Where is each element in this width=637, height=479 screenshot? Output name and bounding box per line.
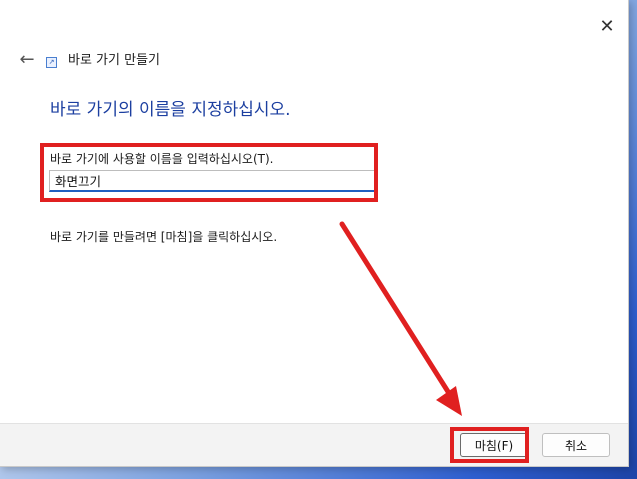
- wizard-title: 바로 가기 만들기: [68, 53, 160, 68]
- page-heading: 바로 가기의 이름을 지정하십시오.: [50, 100, 291, 120]
- finish-instruction: 바로 가기를 만들려면 [마침]을 클릭하십시오.: [50, 230, 278, 244]
- finish-button[interactable]: 마침(F): [460, 433, 528, 457]
- create-shortcut-window: ✕ ← ↗ 바로 가기 만들기 바로 가기의 이름을 지정하십시오. 바로 가기…: [0, 0, 629, 467]
- button-footer: [0, 424, 628, 466]
- close-button[interactable]: ✕: [592, 12, 622, 40]
- back-arrow-icon: ←: [19, 48, 35, 70]
- shortcut-wizard-icon: ↗: [46, 57, 57, 68]
- shortcut-name-label: 바로 가기에 사용할 이름을 입력하십시오(T).: [50, 152, 274, 166]
- cancel-button[interactable]: 취소: [542, 433, 610, 457]
- close-icon: ✕: [599, 15, 615, 37]
- back-button[interactable]: ←: [14, 48, 40, 70]
- shortcut-name-input[interactable]: [49, 170, 377, 192]
